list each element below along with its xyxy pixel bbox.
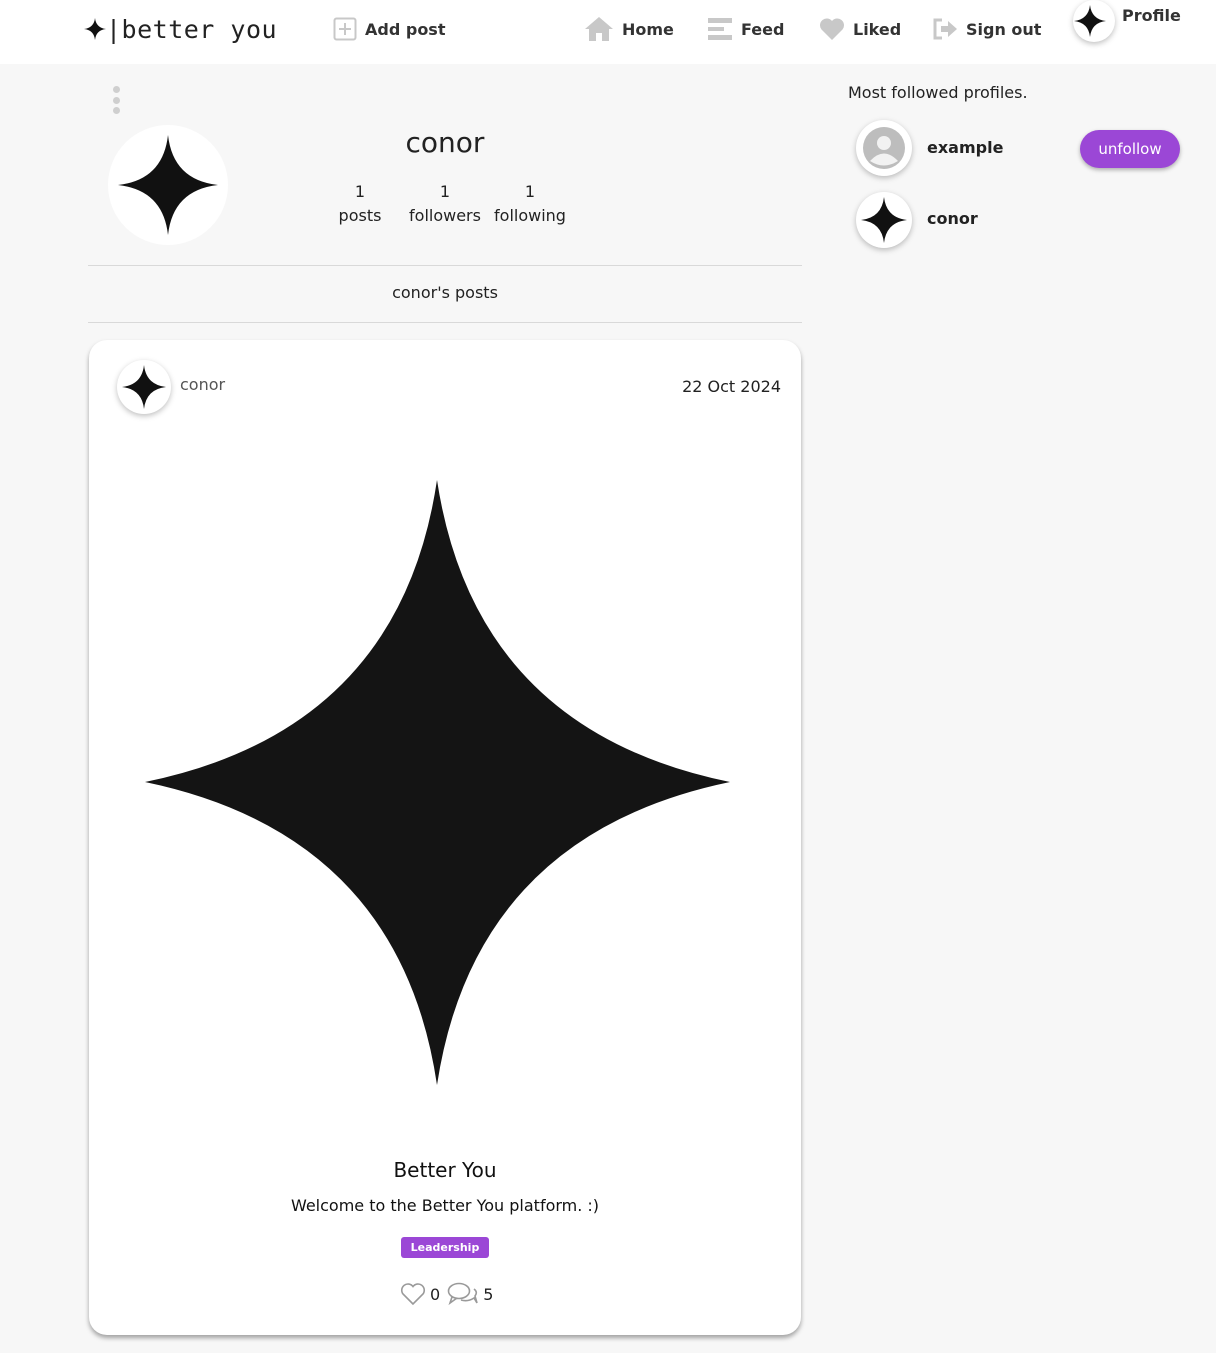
stat-following-label: following <box>494 206 566 225</box>
section-divider <box>88 265 802 266</box>
brand-name: |better you <box>106 14 278 44</box>
suggested-profile-avatar[interactable] <box>856 192 912 248</box>
suggested-profile-avatar[interactable] <box>856 120 912 176</box>
section-divider <box>88 322 802 323</box>
heart-icon <box>819 18 845 40</box>
user-placeholder-icon <box>863 127 905 169</box>
nav-liked-label: Liked <box>853 19 902 39</box>
stat-followers[interactable]: 1 followers <box>400 180 490 228</box>
nav-profile-label: Profile <box>1122 5 1181 25</box>
nav-feed-label: Feed <box>741 19 785 39</box>
stat-followers-label: followers <box>409 206 481 225</box>
nav-profile[interactable]: Profile <box>1073 0 1181 42</box>
sign-out-icon <box>933 18 957 40</box>
post-actions: 0 5 <box>400 1281 500 1307</box>
like-count: 0 <box>430 1284 441 1304</box>
posts-heading: conor's posts <box>392 283 498 302</box>
nav-add-post[interactable]: Add post <box>333 14 445 44</box>
post-title: Better You <box>393 1158 497 1182</box>
post-image[interactable] <box>145 480 730 1085</box>
stat-following-value: 1 <box>524 182 536 201</box>
nav-profile-avatar <box>1073 0 1115 42</box>
nav-home-label: Home <box>622 19 674 39</box>
nav-liked[interactable]: Liked <box>819 14 901 44</box>
nav-sign-out[interactable]: Sign out <box>932 14 1041 44</box>
feed-lines-icon <box>708 18 732 40</box>
nav-home[interactable]: Home <box>584 14 674 44</box>
sidebar-title: Most followed profiles. <box>848 83 1028 102</box>
sparkle-avatar-icon <box>1074 5 1106 37</box>
suggested-profile-name[interactable]: conor <box>927 209 978 228</box>
sparkle-avatar-icon <box>122 365 166 409</box>
comment-bubbles-icon[interactable] <box>447 1281 479 1307</box>
post-author-name[interactable]: conor <box>180 375 225 394</box>
home-icon <box>585 17 613 41</box>
post-card[interactable]: conor 22 Oct 2024 Better You Welcome to … <box>89 340 801 1335</box>
post-tag[interactable]: Leadership <box>401 1237 489 1258</box>
stat-posts-label: posts <box>338 206 382 225</box>
brand-logo[interactable]: |better you <box>84 12 277 46</box>
nav-add-post-label: Add post <box>365 19 446 39</box>
like-heart-icon[interactable] <box>400 1282 426 1306</box>
profile-options-menu-icon[interactable] <box>108 86 124 114</box>
sparkle-logo-icon <box>84 18 106 40</box>
stat-followers-value: 1 <box>439 182 451 201</box>
sparkle-avatar-icon <box>861 197 907 243</box>
stat-posts-value: 1 <box>354 182 366 201</box>
stat-posts[interactable]: 1 posts <box>315 180 405 228</box>
nav-sign-out-label: Sign out <box>966 19 1042 39</box>
top-navbar: |better you Add post Home Feed Liked Sig… <box>0 0 1216 64</box>
unfollow-button[interactable]: unfollow <box>1080 130 1180 168</box>
comment-count: 5 <box>483 1284 494 1304</box>
stat-following[interactable]: 1 following <box>485 180 575 228</box>
profile-avatar <box>108 125 228 245</box>
suggested-profile-name[interactable]: example <box>927 138 1003 157</box>
sparkle-avatar-icon <box>118 135 218 235</box>
post-body: Welcome to the Better You platform. :) <box>290 1196 600 1215</box>
post-date: 22 Oct 2024 <box>682 377 781 396</box>
post-author-avatar[interactable] <box>117 360 171 414</box>
add-square-icon <box>333 17 357 41</box>
nav-feed[interactable]: Feed <box>707 14 784 44</box>
profile-username: conor <box>405 126 485 159</box>
